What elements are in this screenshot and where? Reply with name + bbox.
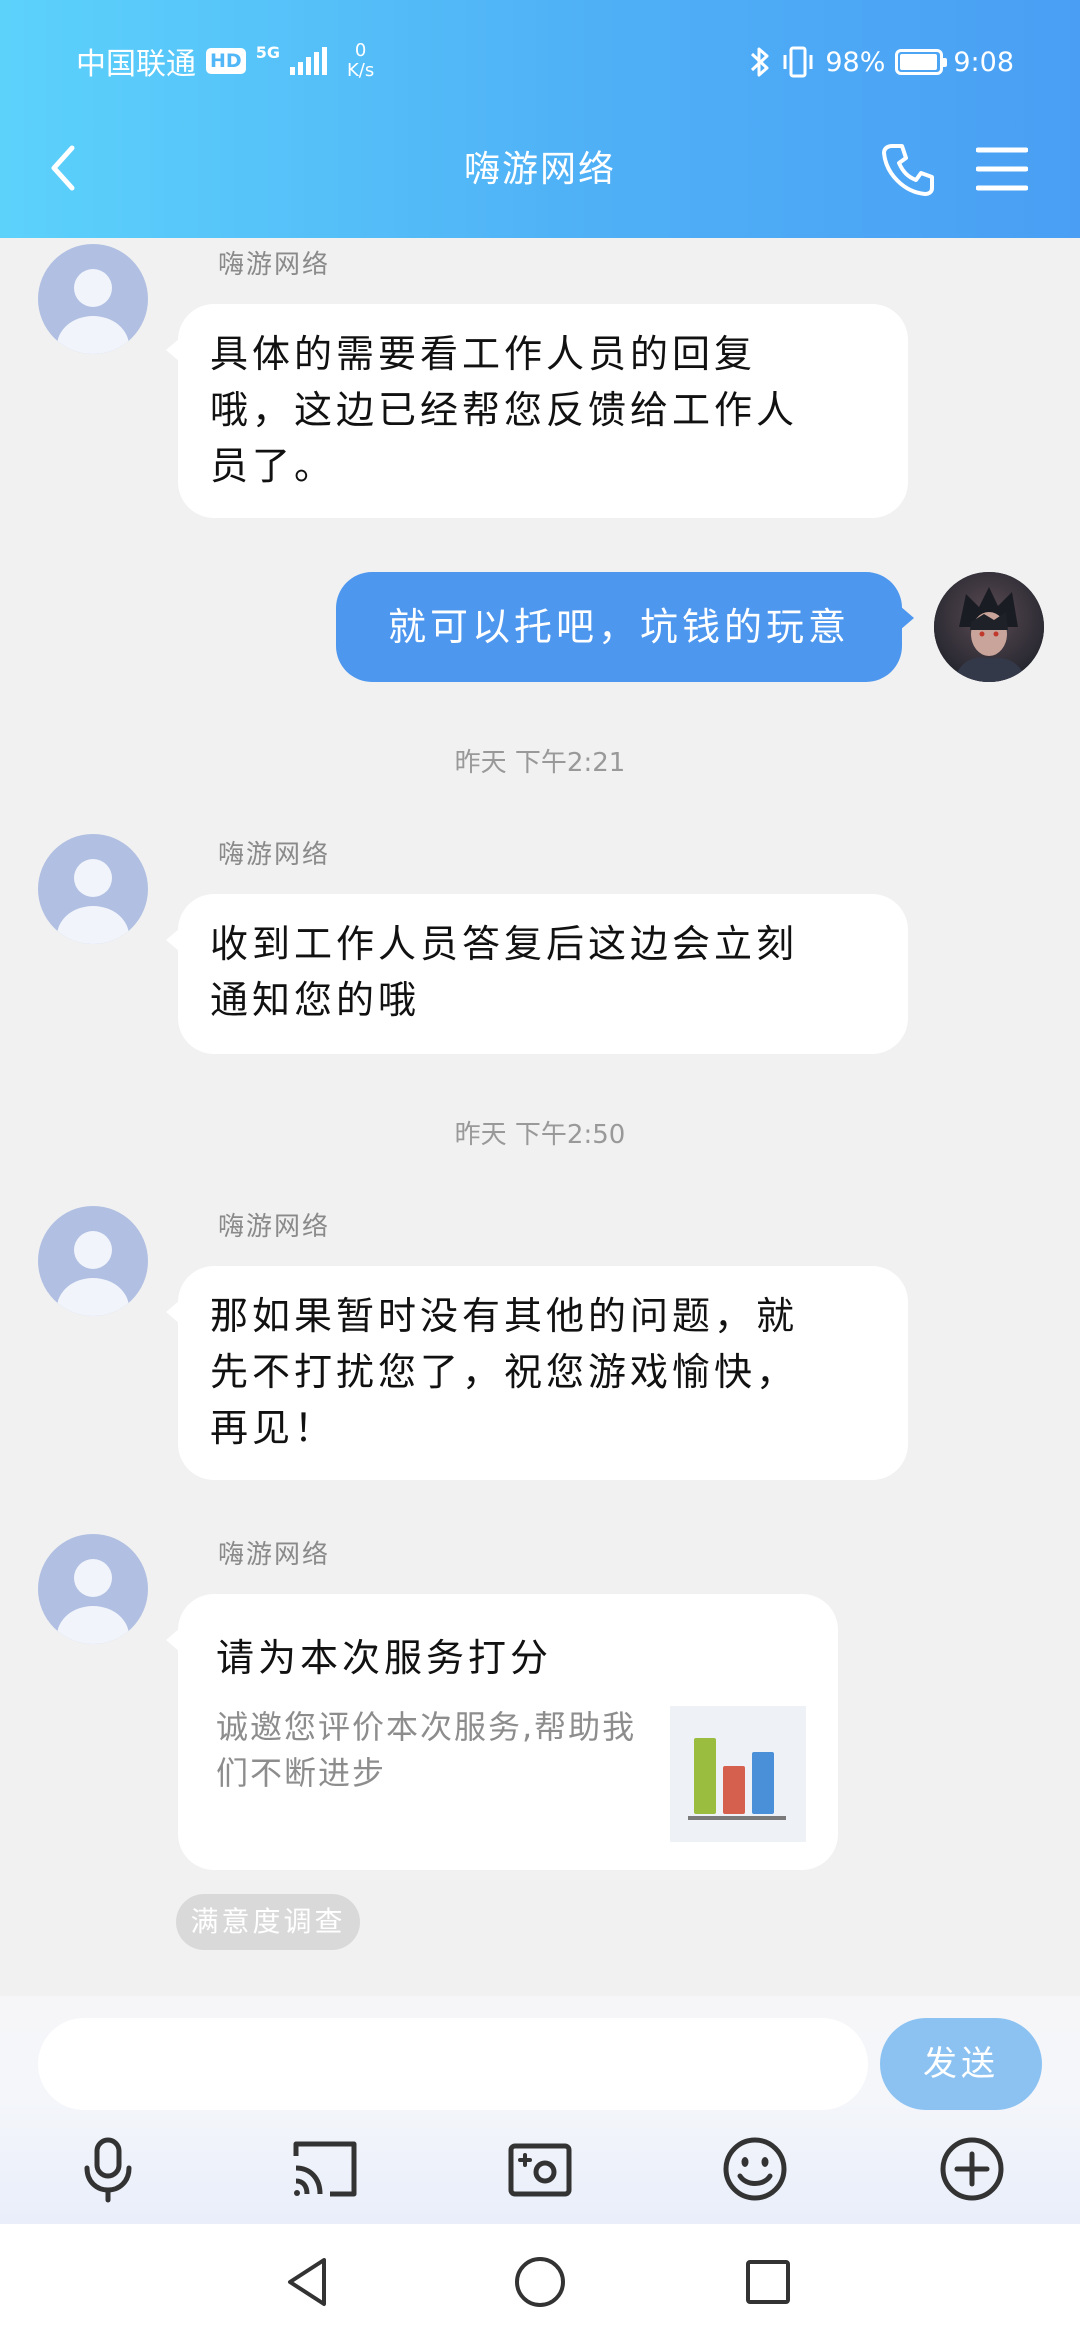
avatar-icon: [57, 1559, 129, 1644]
message-bubble[interactable]: 收到工作人员答复后这边会立刻 通知您的哦: [166, 894, 908, 1054]
net-speed-value: 0: [354, 40, 367, 61]
avatar[interactable]: [38, 1206, 148, 1316]
signal-icon: [289, 47, 327, 75]
network-type: 5G: [255, 43, 280, 62]
status-bar-left: 中国联通 HD 5G 0 K/s: [76, 38, 374, 84]
sender-name: 嗨游网络: [218, 1540, 331, 1570]
message-line: 再见！: [210, 1406, 337, 1450]
message-line: 通知您的哦: [210, 978, 421, 1022]
message-line: 哦，这边已经帮您反馈给工作人: [210, 388, 799, 432]
hd-badge: HD: [206, 48, 246, 74]
system-nav-bar: [0, 2224, 1080, 2340]
voice-button[interactable]: [73, 2134, 143, 2204]
avatar-icon: [57, 269, 129, 354]
card-thumbnail: [670, 1706, 806, 1842]
sender-name: 嗨游网络: [218, 840, 331, 870]
message-input[interactable]: [38, 2018, 868, 2110]
avatar-icon: [57, 1231, 129, 1316]
circle-home-icon: [515, 2257, 565, 2307]
input-area: 发送: [0, 1996, 1080, 2224]
rating-card[interactable]: 请为本次服务打分 诚邀您评价本次服务,帮助我们不断进步: [166, 1594, 838, 1870]
send-button[interactable]: 发送: [880, 2018, 1042, 2110]
microphone-icon: [84, 2137, 132, 2203]
bluetooth-icon: [751, 47, 769, 77]
avatar[interactable]: [38, 244, 148, 354]
cast-icon: [293, 2141, 357, 2197]
nav-home-button[interactable]: [510, 2252, 570, 2312]
photo-button[interactable]: [505, 2134, 575, 2204]
sender-name: 嗨游网络: [218, 1212, 331, 1242]
message-line: 收到工作人员答复后这边会立刻: [210, 922, 799, 966]
message-line: 员了。: [210, 444, 337, 488]
timestamp: 昨天 下午2:50: [454, 1120, 626, 1150]
net-speed: 0 K/s: [347, 41, 374, 81]
card-title: 请为本次服务打分: [216, 1636, 553, 1680]
user-avatar-icon: [934, 572, 1044, 682]
emoji-icon: [723, 2137, 787, 2201]
sender-name: 嗨游网络: [218, 250, 331, 280]
more-button[interactable]: [937, 2134, 1007, 2204]
vibrate-icon: [783, 46, 813, 78]
cast-button[interactable]: [290, 2134, 360, 2204]
menu-button[interactable]: [975, 144, 1029, 194]
photo-icon: [508, 2143, 572, 2197]
bar-chart-icon: [688, 1738, 786, 1820]
net-speed-unit: K/s: [346, 60, 375, 81]
message-line: 先不打扰您了，祝您游戏愉快，: [210, 1350, 799, 1394]
my-message-bubble[interactable]: 就可以托吧，坑钱的玩意: [336, 572, 914, 682]
avatar[interactable]: [38, 1534, 148, 1644]
plus-icon: [940, 2137, 1004, 2201]
avatar[interactable]: [38, 834, 148, 944]
battery-percent: 98%: [825, 46, 886, 78]
menu-icon: [975, 147, 1029, 191]
nav-recents-button[interactable]: [738, 2252, 798, 2312]
message-bubble[interactable]: 那如果暂时没有其他的问题，就 先不打扰您了，祝您游戏愉快， 再见！: [166, 1266, 908, 1480]
card-description: 诚邀您评价本次服务,帮助我们不断进步: [216, 1708, 637, 1792]
carrier-label: 中国联通: [76, 47, 196, 82]
survey-chip[interactable]: 满意度调查: [176, 1894, 360, 1950]
clock: 9:08: [953, 46, 1014, 78]
nav-back-button[interactable]: [278, 2252, 338, 2312]
message-line: 具体的需要看工作人员的回复: [210, 332, 757, 376]
message-bubble[interactable]: 具体的需要看工作人员的回复 哦，这边已经帮您反馈给工作人 员了。: [166, 304, 908, 518]
phone-icon: [882, 144, 934, 196]
triangle-back-icon: [288, 2258, 326, 2306]
message-text: 就可以托吧，坑钱的玩意: [387, 605, 850, 649]
header: 中国联通 HD 5G 0 K/s 98% 9:08 嗨游网络: [0, 0, 1080, 238]
status-bar-right: 98% 9:08: [749, 40, 1014, 84]
avatar-icon: [57, 859, 129, 944]
message-line: 那如果暂时没有其他的问题，就: [210, 1294, 799, 1338]
call-button[interactable]: [878, 140, 938, 200]
battery-icon: [895, 49, 948, 75]
square-recents-icon: [746, 2260, 790, 2304]
my-avatar[interactable]: [934, 572, 1044, 682]
timestamp: 昨天 下午2:21: [454, 748, 626, 778]
emoji-button[interactable]: [720, 2134, 790, 2204]
